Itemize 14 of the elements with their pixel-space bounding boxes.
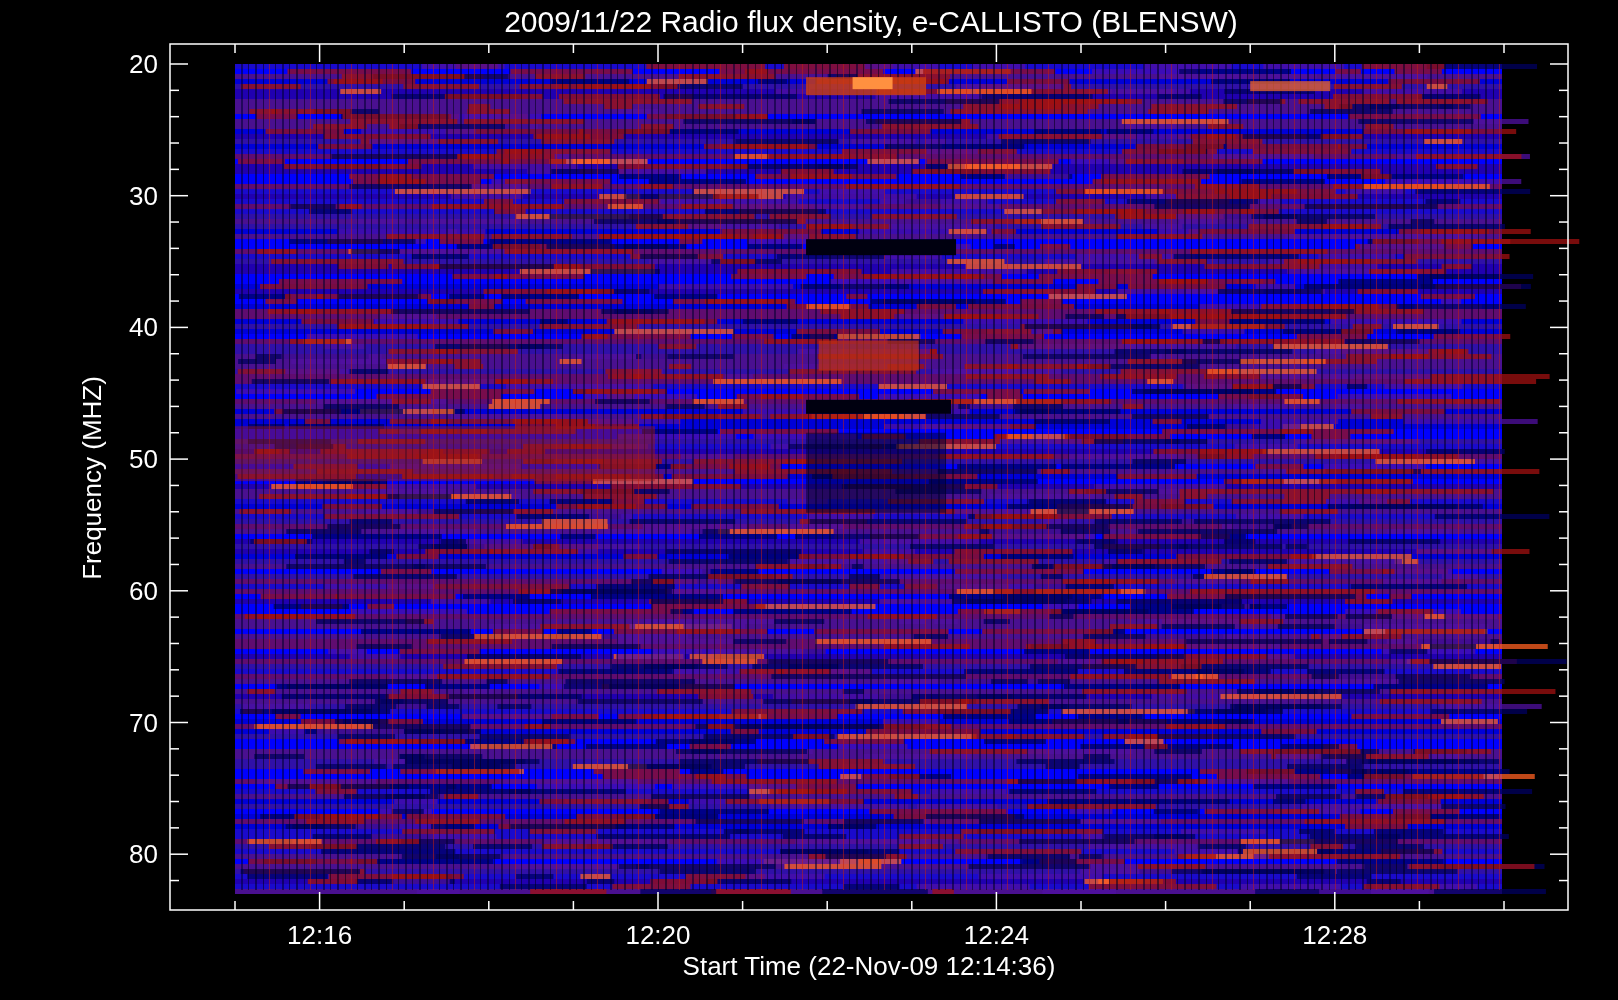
y-tick-label: 40 (129, 312, 158, 343)
y-tick-label: 60 (129, 575, 158, 606)
y-tick-label: 70 (129, 707, 158, 738)
x-axis-label: Start Time (22-Nov-09 12:14:36) (682, 951, 1056, 981)
x-tick-label: 12:20 (625, 920, 691, 950)
x-tick-label: 12:28 (1302, 920, 1368, 950)
y-axis-label: Frequency (MHZ) (77, 376, 107, 580)
x-tick-label: 12:24 (963, 920, 1029, 950)
chart-title: 2009/11/22 Radio flux density, e-CALLISTO (BLENSW) (504, 5, 1238, 38)
y-tick-label: 50 (129, 444, 158, 475)
y-tick-label: 80 (129, 839, 158, 870)
x-tick-label: 12:16 (287, 920, 353, 950)
y-tick-label: 20 (129, 49, 158, 79)
y-tick-label: 30 (129, 180, 158, 211)
